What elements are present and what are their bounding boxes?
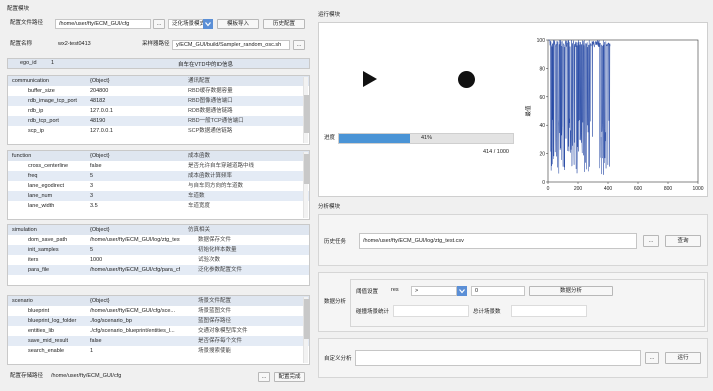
play-icon[interactable] bbox=[362, 70, 378, 90]
function-panel: function {Object} 成本函数 cross_centerline fal… bbox=[7, 150, 310, 220]
scrollbar[interactable] bbox=[303, 297, 309, 363]
tree-row[interactable]: lane_egodirect 3 与自车同方向的车道数 bbox=[8, 181, 309, 191]
threshold-input[interactable]: 0 bbox=[471, 286, 525, 296]
browse-sampler-button[interactable]: ... bbox=[293, 40, 305, 50]
config-done-button[interactable]: 配置完成 bbox=[274, 372, 305, 382]
ego-id-value: 1 bbox=[51, 60, 55, 66]
tree-row[interactable]: init_samples 5 初始化样本数量 bbox=[8, 245, 309, 255]
custom-analysis-label: 自定义分析 bbox=[324, 356, 352, 362]
plot-area bbox=[547, 39, 699, 183]
communication-panel: communication {Object} 通讯配置 buffer_size 204… bbox=[7, 75, 310, 145]
analyze-button[interactable]: 数据分析 bbox=[529, 286, 613, 296]
run-button[interactable]: 运行 bbox=[665, 352, 701, 364]
analysis-section-title: 分析模块 bbox=[318, 204, 341, 210]
res-label: res bbox=[391, 287, 399, 293]
tree-row[interactable]: search_enable 1 场景搜索使能 bbox=[8, 346, 309, 356]
sampler-path-input[interactable]: y/ECM_GUI/build/Sampler_random_osc.sh bbox=[172, 40, 290, 50]
tree-row[interactable]: blueprint_log_folder ./log/scenario_bp 蓝图保… bbox=[8, 316, 309, 326]
threshold-label: 阈值设置 bbox=[356, 289, 379, 295]
custom-analysis-group: 自定义分析 ... 运行 bbox=[318, 338, 708, 378]
template-import-button[interactable]: 模板导入 bbox=[217, 19, 259, 29]
x-tick-label: 600 bbox=[634, 186, 643, 192]
config-name-label: 配置名称 bbox=[10, 41, 33, 47]
x-tick-label: 0 bbox=[547, 186, 550, 192]
run-section-title: 运行模块 bbox=[318, 12, 341, 18]
tree-row[interactable]: lane_width 3.5 车道宽度 bbox=[8, 201, 309, 211]
x-tick-label: 400 bbox=[604, 186, 613, 192]
tree-row[interactable]: buffer_size 204800 RBD缓存数据容量 bbox=[8, 86, 309, 96]
collision-stats-field bbox=[393, 305, 469, 317]
save-path-label: 配置存储路径 bbox=[10, 373, 44, 379]
query-button[interactable]: 查询 bbox=[665, 235, 701, 247]
tree-row[interactable]: rdb_ip 127.0.0.1 RDB数据通信链路 bbox=[8, 106, 309, 116]
tree-row[interactable]: entities_lib ./cfg/scenario_blueprint/ent… bbox=[8, 326, 309, 336]
config-name-input[interactable]: wx2-test0413 bbox=[55, 40, 135, 50]
chevron-down-icon[interactable] bbox=[457, 286, 467, 296]
y-tick-label: 80 bbox=[539, 66, 545, 72]
x-tick-label: 800 bbox=[664, 186, 673, 192]
progress-bar: 41% bbox=[338, 133, 514, 144]
tree-row[interactable]: freq 5 成本函数计算频率 bbox=[8, 171, 309, 181]
tree-row[interactable]: rdb_tcp_port 48190 RBD一般TCP通信端口 bbox=[8, 116, 309, 126]
simulation-panel: simulation {Object} 仿真相关 dom_save_path/hom… bbox=[7, 224, 310, 286]
y-tick-label: 60 bbox=[539, 95, 545, 101]
tree-row[interactable]: para_file/home/user/fty/ECM_GUI/cfg/para… bbox=[8, 265, 309, 275]
stop-icon[interactable] bbox=[458, 71, 475, 88]
browse-custom-button[interactable]: ... bbox=[645, 352, 659, 364]
y-axis-label: 最值 bbox=[524, 105, 532, 117]
data-analysis-label: 数据分析 bbox=[324, 299, 347, 305]
tree-row[interactable]: communication {Object} 通讯配置 bbox=[8, 76, 309, 86]
tree-row[interactable]: iters 1000 试验次数 bbox=[8, 255, 309, 265]
tree-row[interactable]: scenario {Object} 场景文件配置 bbox=[8, 296, 309, 306]
scrollbar[interactable] bbox=[303, 77, 309, 143]
collision-stats-label: 碰撞场景统计 bbox=[356, 309, 390, 315]
tree-row[interactable]: save_mid_result false 是否保存每个文件 bbox=[8, 336, 309, 346]
results-chart: 0204060801000 200 400 600 800 1000最值 bbox=[524, 38, 704, 192]
config-file-path-label: 配置文件路径 bbox=[10, 20, 44, 26]
ego-id-row[interactable]: ego_id 1 自车在VTD中的ID信息 bbox=[7, 58, 310, 69]
tree-row[interactable]: lane_num 3 车道数 bbox=[8, 191, 309, 201]
tree-row[interactable]: cross_centerline false 是否允许自车穿越道路中线 bbox=[8, 161, 309, 171]
scene-mode-value: 泛化场景模式 bbox=[172, 21, 206, 27]
ego-id-desc: 自车在VTD中的ID信息 bbox=[178, 62, 234, 68]
y-tick-label: 20 bbox=[539, 152, 545, 158]
browse-history-button[interactable]: ... bbox=[643, 235, 659, 247]
config-file-path-input[interactable]: /home/user/fty/ECM_GUI/cfg bbox=[55, 19, 151, 29]
ego-id-key: ego_id bbox=[20, 60, 37, 66]
tree-row[interactable]: scp_ip 127.0.0.1 SCP数据通信链路 bbox=[8, 126, 309, 136]
chevron-down-icon[interactable] bbox=[203, 19, 213, 29]
history-task-label: 历史任务 bbox=[324, 239, 347, 245]
progress-count: 414 / 1000 bbox=[483, 149, 509, 155]
operator-select[interactable]: > bbox=[411, 286, 457, 296]
scrollbar[interactable] bbox=[303, 152, 309, 218]
progress-label: 进度 bbox=[324, 135, 336, 141]
tree-row[interactable]: function {Object} 成本函数 bbox=[8, 151, 309, 161]
tree-row[interactable]: simulation {Object} 仿真相关 bbox=[8, 225, 309, 235]
x-tick-label: 1000 bbox=[692, 186, 703, 192]
browse-save-path-button[interactable]: ... bbox=[258, 372, 270, 382]
progress-fill bbox=[339, 134, 411, 143]
tree-row[interactable]: blueprint/home/user/fty/ECM_GUI/cfg/sce.… bbox=[8, 306, 309, 316]
total-scenes-field bbox=[511, 305, 587, 317]
custom-analysis-input[interactable] bbox=[355, 350, 641, 366]
total-scenes-label: 总计场景数 bbox=[473, 309, 501, 315]
tree-row[interactable]: rdb_image_tcp_port 48182 RBD图像通信端口 bbox=[8, 96, 309, 106]
history-task-group: 历史任务 /home/user/fty/ECM_GUI/log/ztg_test… bbox=[318, 214, 708, 266]
y-tick-label: 40 bbox=[539, 123, 545, 129]
data-analysis-group: 数据分析 阈值设置 res > 0 数据分析 碰撞场景统计 总计场景数 bbox=[318, 272, 708, 332]
config-section-title: 配置模块 bbox=[7, 6, 30, 12]
x-tick-label: 200 bbox=[574, 186, 583, 192]
scenario-panel: scenario {Object} 场景文件配置 blueprint/home/us… bbox=[7, 295, 310, 365]
tree-row[interactable]: dom_save_path/home/user/fty/ECM_GUI/log/… bbox=[8, 235, 309, 245]
sampler-path-label: 采样器路径 bbox=[142, 41, 170, 47]
progress-percent: 41% bbox=[421, 135, 433, 141]
save-path-input[interactable]: /home/user/fty/ECM_GUI/cfg bbox=[48, 372, 253, 382]
y-tick-label: 100 bbox=[537, 38, 546, 44]
history-config-button[interactable]: 历史配置 bbox=[263, 19, 305, 29]
browse-config-path-button[interactable]: ... bbox=[153, 19, 165, 29]
data-analysis-inner: 阈值设置 res > 0 数据分析 碰撞场景统计 总计场景数 bbox=[350, 279, 705, 327]
y-tick-label: 0 bbox=[542, 180, 545, 186]
history-task-input[interactable]: /home/user/fty/ECM_GUI/log/ztg_test.csv bbox=[359, 233, 637, 249]
